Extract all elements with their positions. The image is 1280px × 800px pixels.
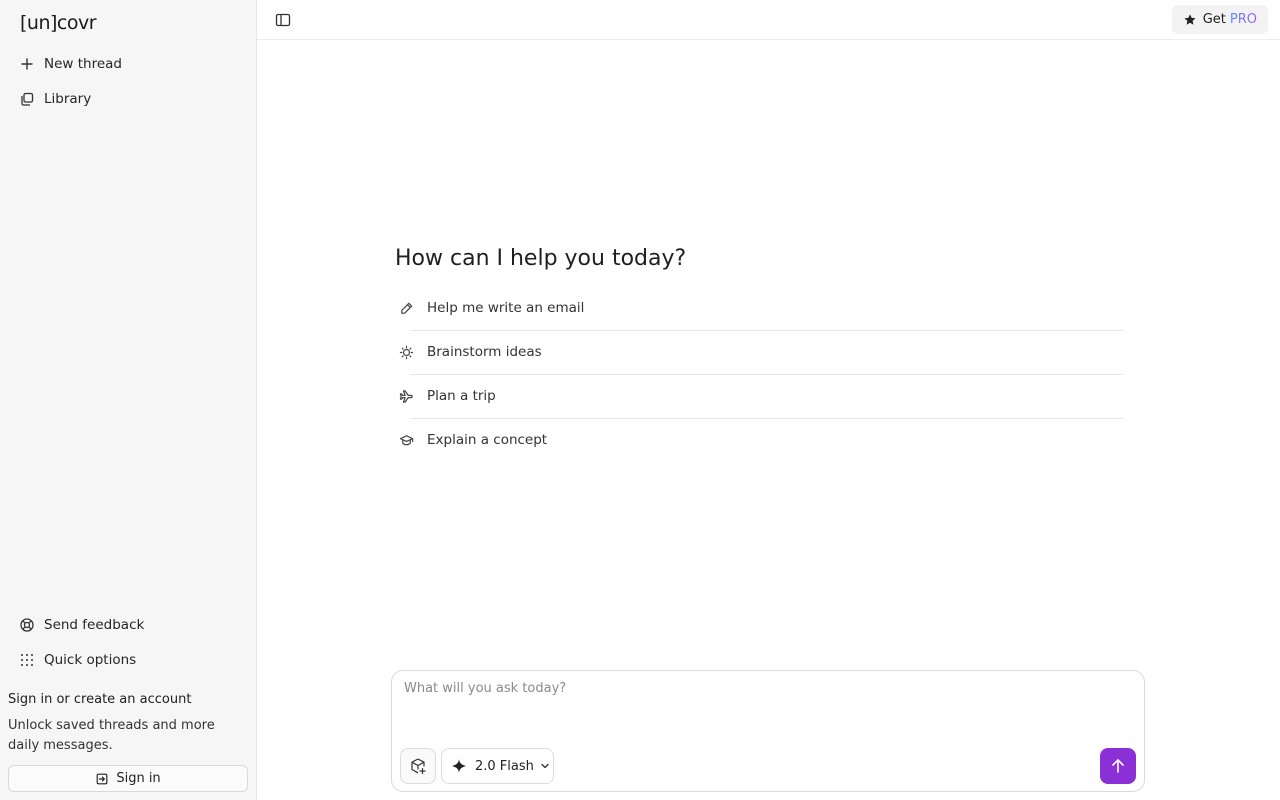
app-logo[interactable]: [un] covr <box>20 12 97 34</box>
suggestion-label: Plan a trip <box>427 388 496 404</box>
sidebar-item-label: New thread <box>44 56 122 72</box>
composer: 2.0 Flash <box>391 670 1145 792</box>
sidebar-item-label: Send feedback <box>44 617 145 633</box>
pencil-icon <box>395 301 419 316</box>
signin-title: Sign in or create an account <box>8 692 192 707</box>
sidebar: [un] covr New thread Library Send feedba… <box>0 0 257 800</box>
lifebuoy-icon <box>18 616 36 634</box>
sidebar-item-label: Library <box>44 91 92 107</box>
sidebar-toggle-icon <box>275 13 291 27</box>
model-selector[interactable]: 2.0 Flash <box>441 748 554 784</box>
sidebar-toggle-button[interactable] <box>273 10 293 30</box>
graduation-cap-icon <box>395 433 419 448</box>
sidebar-item-new-thread[interactable]: New thread <box>8 49 248 79</box>
suggestion-write-email[interactable]: Help me write an email <box>395 286 1123 330</box>
pro-badge: PRO <box>1229 12 1257 27</box>
arrow-up-icon <box>1112 759 1124 773</box>
message-input[interactable] <box>404 681 1124 731</box>
plus-icon <box>18 55 36 73</box>
chevron-down-icon <box>541 763 549 769</box>
suggestion-label: Help me write an email <box>427 300 585 316</box>
lightbulb-icon <box>395 345 419 360</box>
suggestion-label: Explain a concept <box>427 432 548 448</box>
sidebar-item-library[interactable]: Library <box>8 84 248 114</box>
sidebar-item-label: Quick options <box>44 652 137 668</box>
star-icon <box>1184 13 1196 25</box>
get-pro-button[interactable]: Get PRO <box>1171 5 1268 34</box>
suggestion-plan-trip[interactable]: Plan a trip <box>395 374 1123 418</box>
model-label: 2.0 Flash <box>475 758 534 774</box>
topbar: Get PRO <box>257 0 1280 40</box>
grid-dots-icon <box>18 651 36 669</box>
sign-in-label: Sign in <box>116 771 161 786</box>
library-icon <box>18 90 36 108</box>
plane-icon <box>395 389 419 404</box>
get-pro-label: Get <box>1202 12 1226 27</box>
signin-description: Unlock saved threads and more daily mess… <box>8 718 215 753</box>
suggestion-explain-concept[interactable]: Explain a concept <box>395 418 1123 462</box>
sparkle-icon <box>452 759 466 773</box>
sign-in-icon <box>96 773 108 784</box>
add-attachment-button[interactable] <box>400 748 436 784</box>
suggestion-label: Brainstorm ideas <box>427 344 542 360</box>
send-button[interactable] <box>1100 748 1136 784</box>
sign-in-button[interactable]: Sign in <box>8 765 248 792</box>
cube-plus-icon <box>411 758 426 775</box>
logo-text: covr <box>56 12 97 34</box>
page-title: How can I help you today? <box>395 246 687 271</box>
logo-bracket: [un] <box>20 12 57 34</box>
sidebar-item-quick-options[interactable]: Quick options <box>8 645 248 675</box>
suggestion-brainstorm[interactable]: Brainstorm ideas <box>395 330 1123 374</box>
sidebar-item-send-feedback[interactable]: Send feedback <box>8 610 248 640</box>
